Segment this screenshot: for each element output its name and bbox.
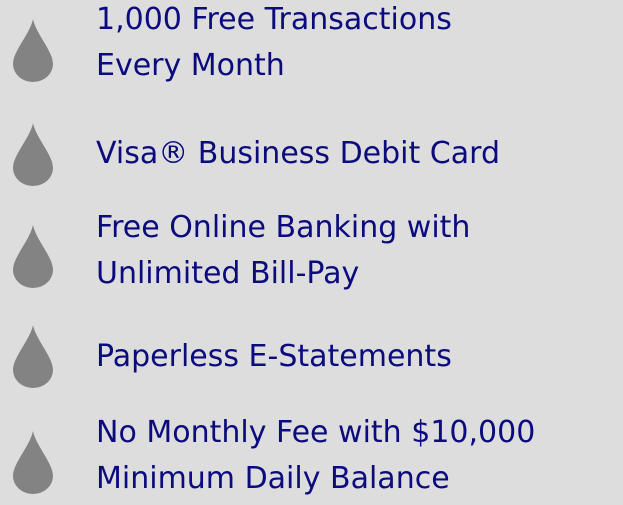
feature-label-line: Free Online Banking with — [96, 210, 471, 245]
feature-label: Paperless E-Statements — [96, 338, 621, 376]
feature-label: Visa® Business Debit Card — [96, 135, 621, 173]
feature-label-line: 1,000 Free Transactions — [96, 2, 452, 37]
water-drop-icon — [12, 122, 54, 186]
feature-list: 1,000 Free Transactions Every Month Visa… — [0, 0, 623, 505]
feature-label-line: Paperless E-Statements — [96, 339, 452, 374]
water-drop-icon — [12, 224, 54, 288]
water-drop-icon — [12, 324, 54, 388]
feature-label-line: Unlimited Bill-Pay — [96, 256, 360, 291]
water-drop-icon — [12, 18, 54, 82]
feature-label: 1,000 Free Transactions Every Month — [96, 1, 621, 85]
feature-label-line: Minimum Daily Balance — [96, 461, 450, 496]
feature-label-line: Every Month — [96, 48, 285, 83]
feature-label-line: Visa® Business Debit Card — [96, 136, 500, 171]
feature-label: Free Online Banking with Unlimited Bill-… — [96, 209, 621, 293]
feature-label: No Monthly Fee with $10,000 Minimum Dail… — [96, 414, 621, 498]
feature-label-line: No Monthly Fee with $10,000 — [96, 415, 536, 450]
water-drop-icon — [12, 430, 54, 494]
